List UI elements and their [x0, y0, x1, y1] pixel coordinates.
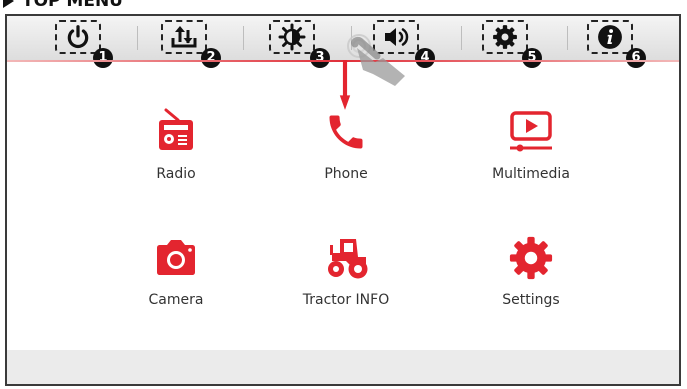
bottom-bar — [7, 350, 679, 384]
triangle-bullet-icon — [3, 0, 14, 8]
callout-badge-2: 2 — [201, 48, 221, 68]
app-label: Multimedia — [492, 166, 570, 182]
callout-badge-4: 4 — [415, 48, 435, 68]
camera-icon — [157, 240, 195, 275]
brightness-button[interactable] — [269, 20, 315, 54]
section-title: TOP MENU — [22, 0, 123, 11]
app-label: Camera — [148, 292, 204, 308]
settings-icon — [509, 236, 553, 280]
toolbar-divider — [567, 26, 568, 50]
app-phone[interactable]: Phone — [281, 104, 411, 182]
screen-frame: 1 2 3 4 5 6 Radio Phone Multimedia Camer… — [5, 14, 681, 386]
info-button[interactable] — [587, 20, 633, 54]
app-label: Tractor INFO — [302, 292, 390, 308]
callout-badge-5: 5 — [522, 48, 542, 68]
app-multimedia[interactable]: Multimedia — [466, 104, 596, 182]
app-settings[interactable]: Settings — [466, 230, 596, 308]
app-radio[interactable]: Radio — [111, 104, 241, 182]
section-heading: TOP MENU — [0, 0, 123, 11]
brightness-icon — [278, 23, 306, 51]
power-icon — [67, 25, 89, 49]
app-label: Settings — [502, 292, 560, 308]
callout-badge-6: 6 — [626, 48, 646, 68]
toolbar-divider — [137, 26, 138, 50]
app-camera[interactable]: Camera — [111, 230, 241, 308]
callout-badge-3: 3 — [310, 48, 330, 68]
transfer-icon — [171, 26, 197, 48]
radio-icon — [159, 108, 193, 150]
tractor-icon — [328, 239, 368, 279]
app-label: Phone — [324, 166, 368, 182]
phone-icon — [329, 115, 363, 149]
toolbar-divider — [243, 26, 244, 50]
toolbar-divider — [461, 26, 462, 50]
multimedia-icon — [510, 111, 552, 152]
transfer-button[interactable] — [161, 20, 207, 54]
callout-badge-1: 1 — [93, 48, 113, 68]
power-button[interactable] — [55, 20, 101, 54]
info-icon — [598, 25, 622, 49]
settings-button[interactable] — [482, 20, 528, 54]
app-tractor-info[interactable]: Tractor INFO — [281, 230, 411, 308]
app-label: Radio — [156, 166, 196, 182]
gear-icon — [493, 25, 517, 49]
